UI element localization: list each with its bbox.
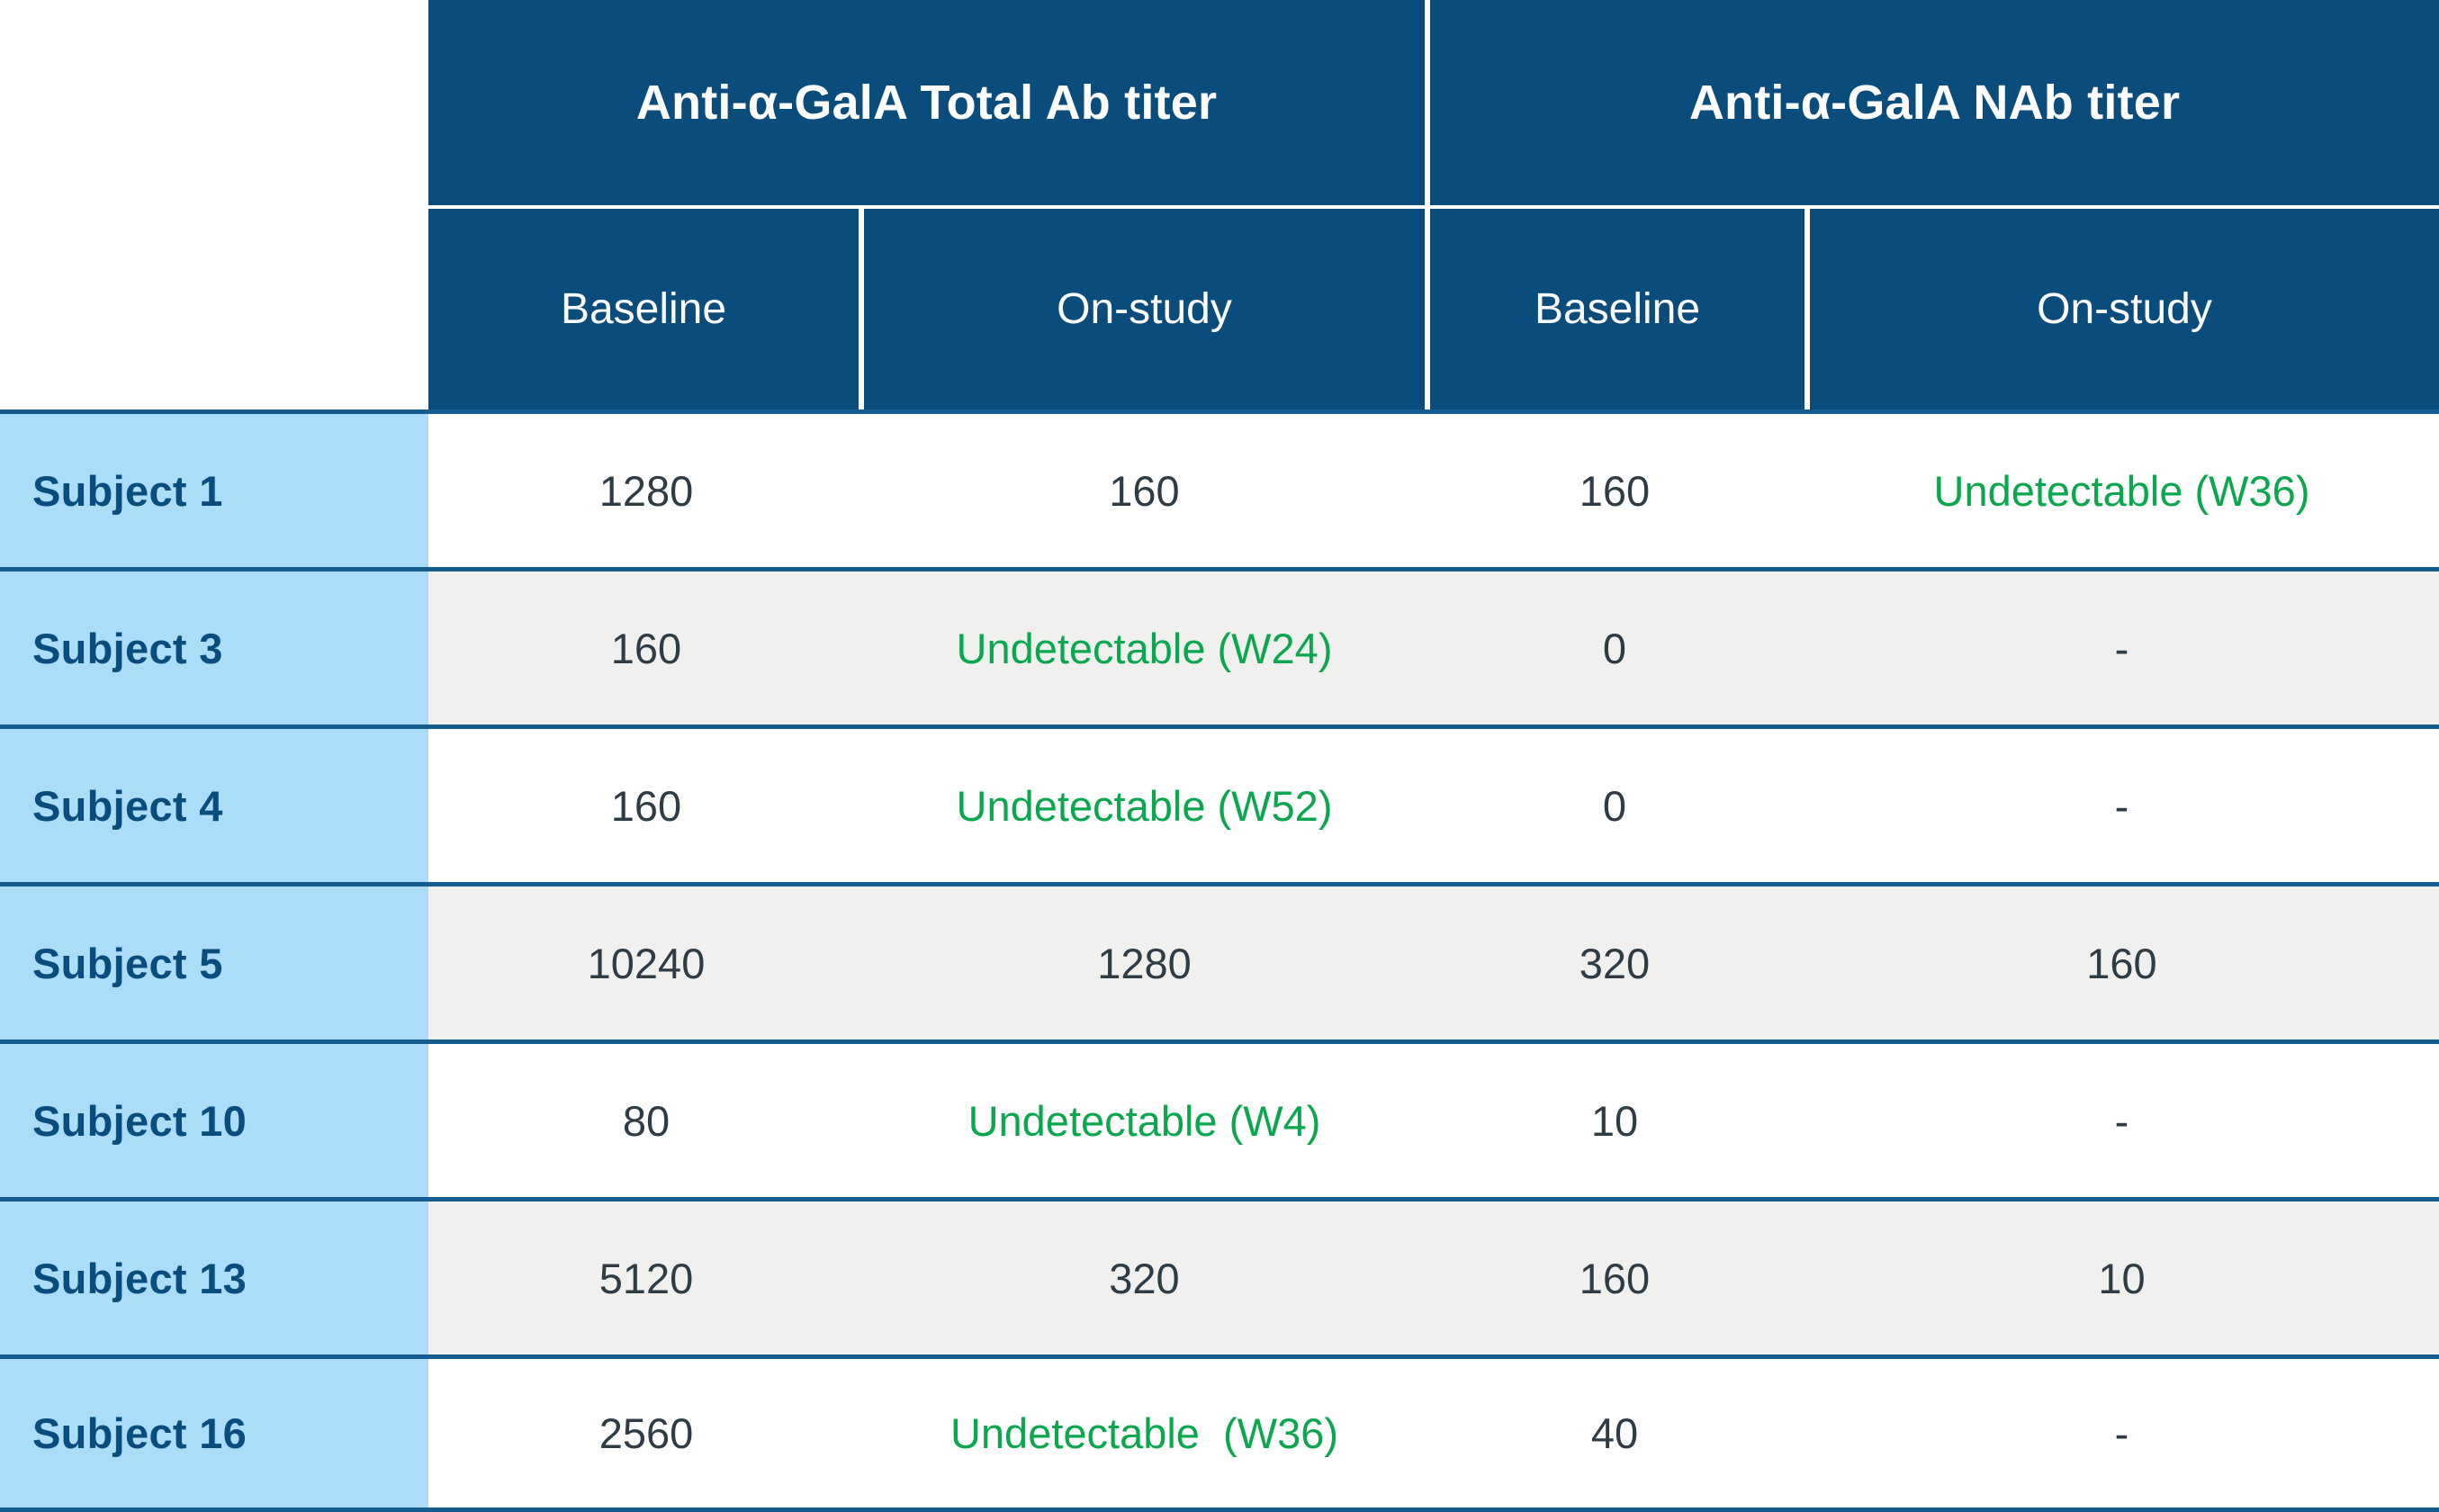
- row-values: 160Undetectable (W52)0-: [428, 729, 2439, 882]
- cell-total-baseline: 2560: [428, 1359, 864, 1508]
- cell-nab-baseline: 0: [1425, 729, 1804, 882]
- row-values: 160Undetectable (W24)0-: [428, 572, 2439, 724]
- cell-total-onstudy: 1280: [864, 886, 1425, 1040]
- cell-nab-onstudy: 160: [1804, 886, 2439, 1040]
- subject-label: Subject 3: [0, 572, 428, 724]
- cell-nab-baseline: 160: [1425, 414, 1804, 567]
- column-header-nab-baseline: Baseline: [1430, 209, 1804, 410]
- column-group-total-ab: Anti-α-GalA Total Ab titer: [428, 0, 1425, 205]
- table-row: Subject 13512032016010: [0, 1197, 2439, 1354]
- row-values: 80Undetectable (W4)10-: [428, 1044, 2439, 1197]
- header-corner-blank: [0, 0, 428, 410]
- cell-total-onstudy: Undetectable (W36): [864, 1359, 1425, 1508]
- cell-total-onstudy: Undetectable (W24): [864, 572, 1425, 724]
- cell-nab-onstudy: -: [1804, 729, 2439, 882]
- cell-nab-baseline: 320: [1425, 886, 1804, 1040]
- subject-label: Subject 4: [0, 729, 428, 882]
- cell-total-baseline: 5120: [428, 1202, 864, 1354]
- cell-total-baseline: 160: [428, 729, 864, 882]
- table-body: Subject 11280160160Undetectable (W36)Sub…: [0, 410, 2439, 1512]
- cell-nab-baseline: 0: [1425, 572, 1804, 724]
- table-row: Subject 162560Undetectable (W36)40-: [0, 1354, 2439, 1512]
- column-group-nab: Anti-α-GalA NAb titer: [1430, 0, 2439, 205]
- table-header: Anti-α-GalA Total Ab titer Anti-α-GalA N…: [0, 0, 2439, 410]
- subject-label: Subject 5: [0, 886, 428, 1040]
- cell-total-baseline: 10240: [428, 886, 864, 1040]
- cell-total-baseline: 80: [428, 1044, 864, 1197]
- cell-nab-baseline: 40: [1425, 1359, 1804, 1508]
- column-header-total-onstudy: On-study: [864, 209, 1425, 410]
- table-row: Subject 1080Undetectable (W4)10-: [0, 1040, 2439, 1197]
- cell-nab-baseline: 10: [1425, 1044, 1804, 1197]
- cell-nab-onstudy: -: [1804, 1044, 2439, 1197]
- column-header-nab-onstudy: On-study: [1810, 209, 2439, 410]
- row-values: 102401280320160: [428, 886, 2439, 1040]
- cell-nab-onstudy: Undetectable (W36): [1804, 414, 2439, 567]
- subject-label: Subject 1: [0, 414, 428, 567]
- cell-total-baseline: 160: [428, 572, 864, 724]
- cell-nab-onstudy: 10: [1804, 1202, 2439, 1354]
- cell-nab-onstudy: -: [1804, 572, 2439, 724]
- row-values: 1280160160Undetectable (W36): [428, 414, 2439, 567]
- cell-total-onstudy: Undetectable (W4): [864, 1044, 1425, 1197]
- cell-total-onstudy: 320: [864, 1202, 1425, 1354]
- table-row: Subject 3160Undetectable (W24)0-: [0, 567, 2439, 724]
- subject-label: Subject 13: [0, 1202, 428, 1354]
- cell-total-onstudy: 160: [864, 414, 1425, 567]
- table-row: Subject 11280160160Undetectable (W36): [0, 410, 2439, 567]
- column-header-total-baseline: Baseline: [428, 209, 859, 410]
- cell-nab-onstudy: -: [1804, 1359, 2439, 1508]
- cell-total-baseline: 1280: [428, 414, 864, 567]
- cell-nab-baseline: 160: [1425, 1202, 1804, 1354]
- antibody-titer-table: Anti-α-GalA Total Ab titer Anti-α-GalA N…: [0, 0, 2439, 1512]
- row-values: 2560Undetectable (W36)40-: [428, 1359, 2439, 1508]
- table-row: Subject 5102401280320160: [0, 882, 2439, 1040]
- subject-label: Subject 16: [0, 1359, 428, 1508]
- subject-label: Subject 10: [0, 1044, 428, 1197]
- cell-total-onstudy: Undetectable (W52): [864, 729, 1425, 882]
- table-row: Subject 4160Undetectable (W52)0-: [0, 724, 2439, 882]
- row-values: 512032016010: [428, 1202, 2439, 1354]
